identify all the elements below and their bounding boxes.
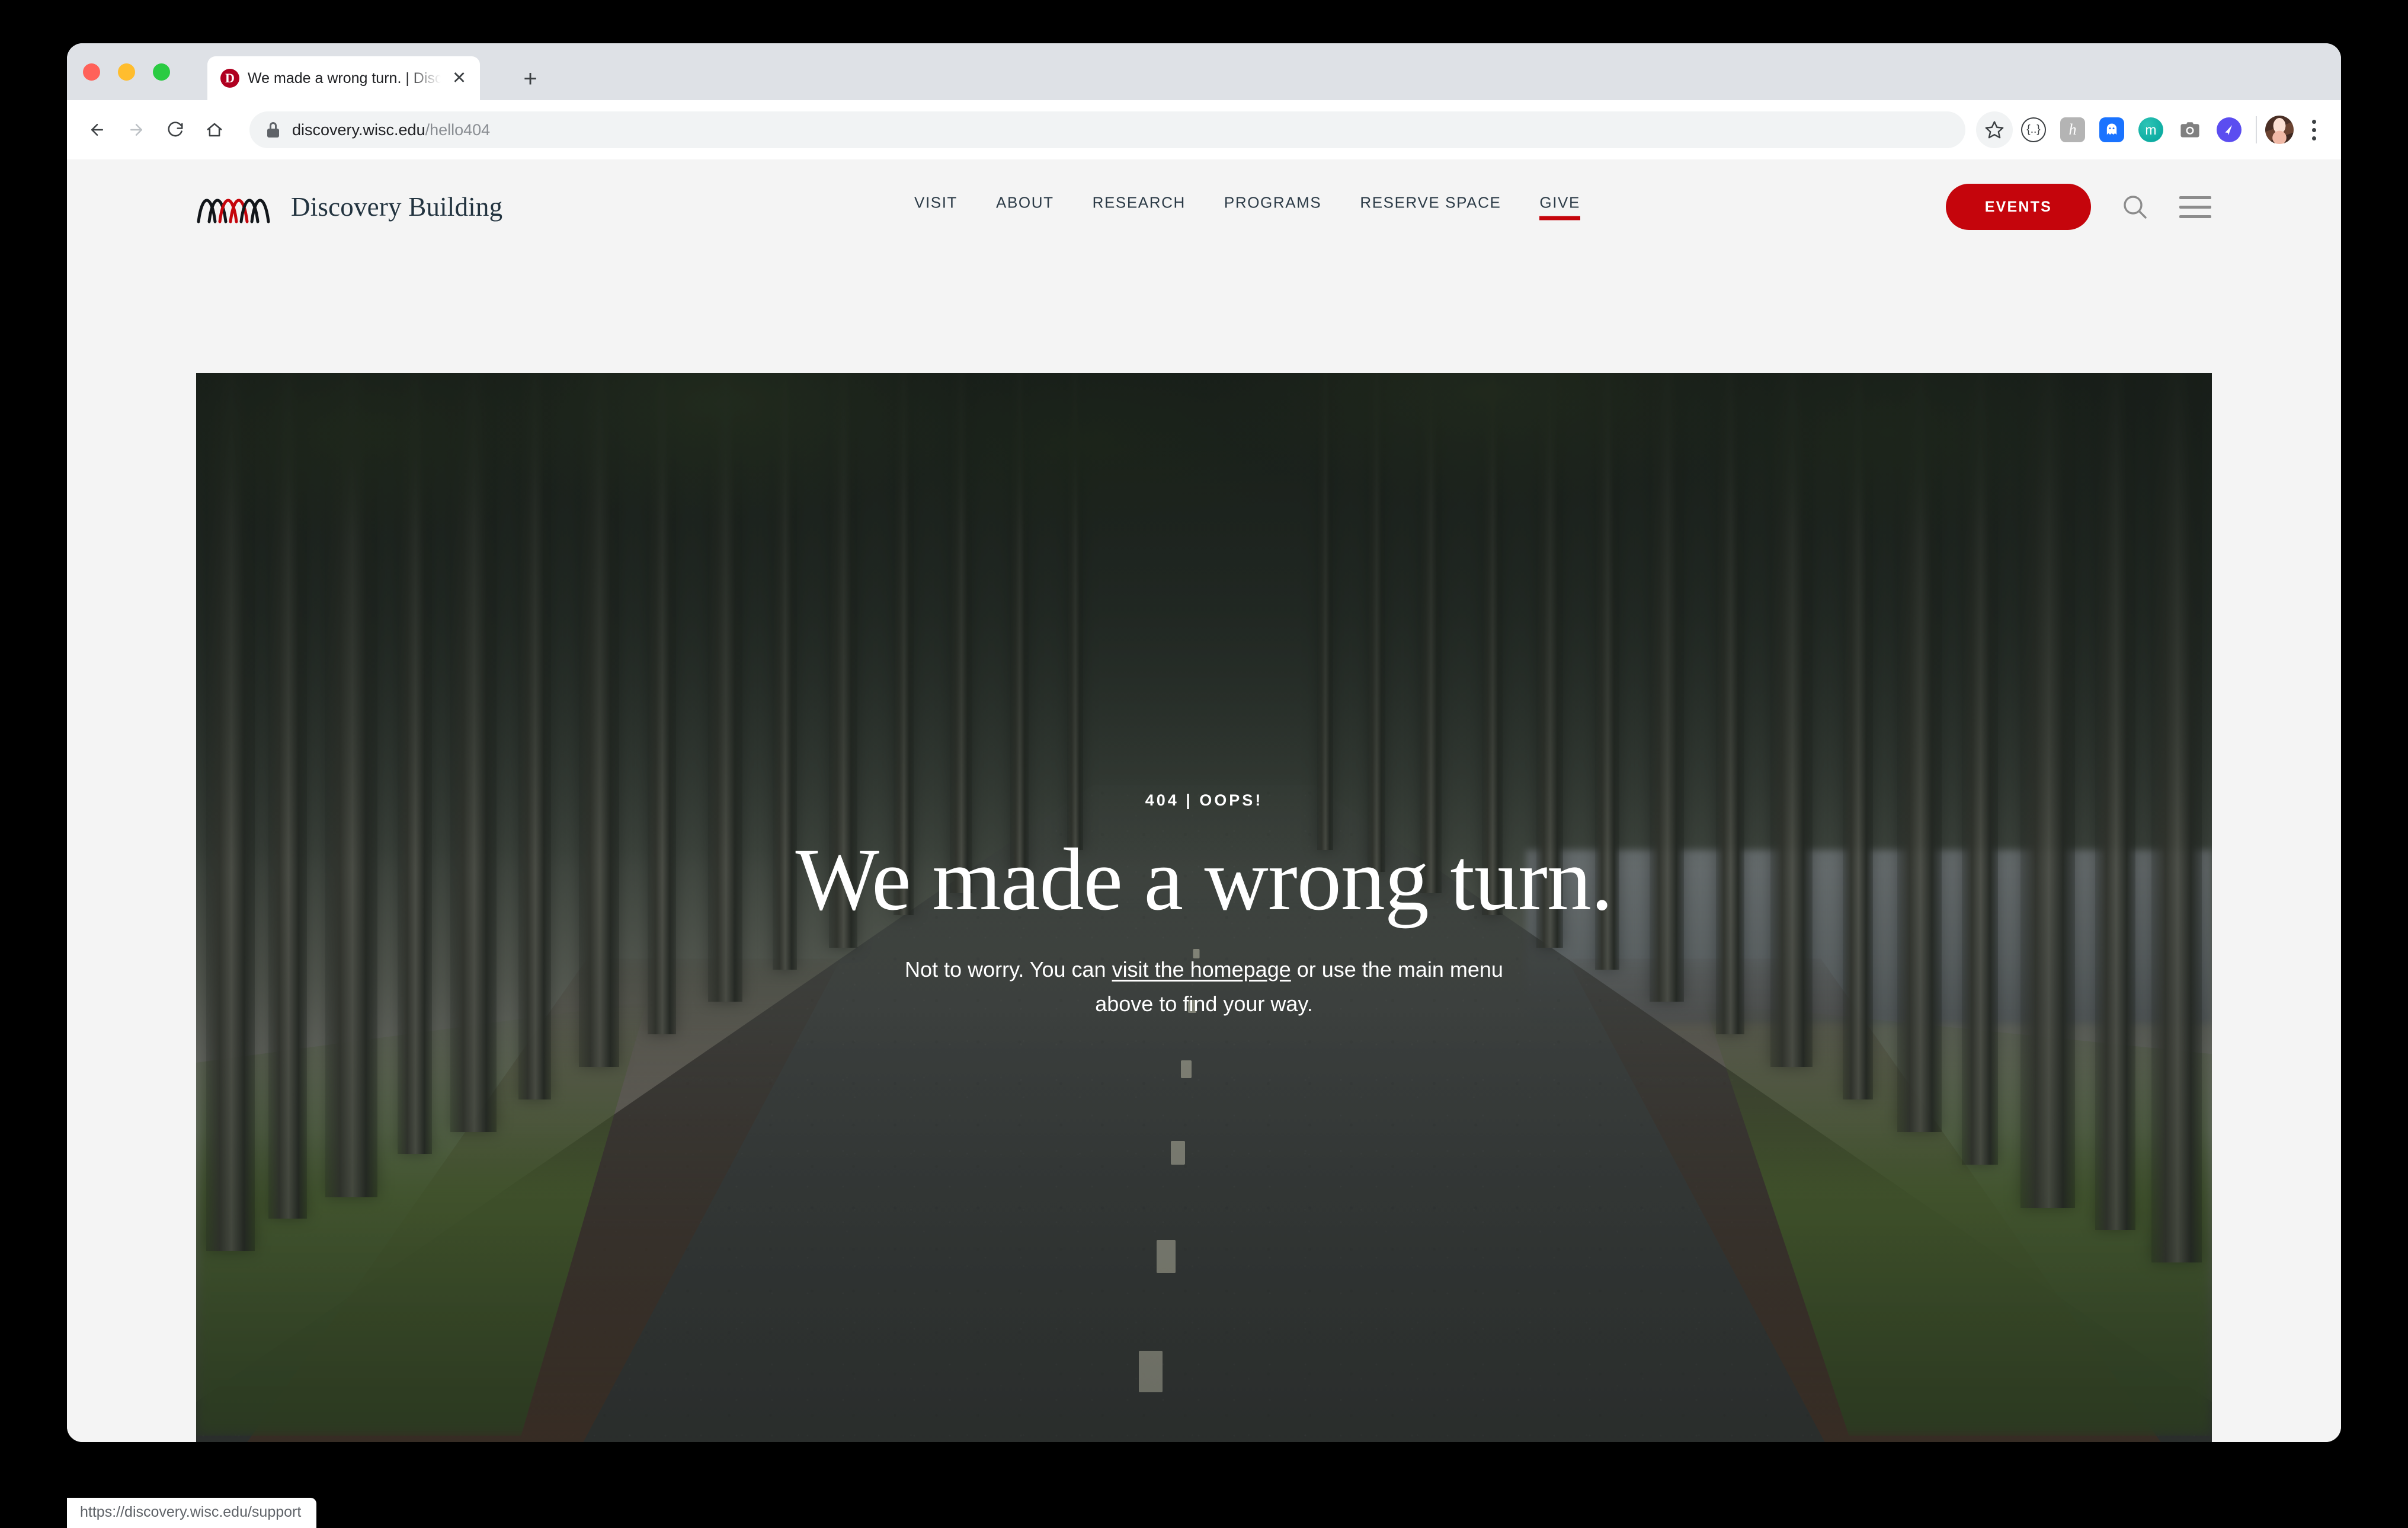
hero-content: 404 | OOPS! We made a wrong turn. Not to… [196, 373, 2212, 1442]
maximize-window-button[interactable] [153, 63, 170, 81]
avatar[interactable] [2265, 116, 2294, 144]
nav-item-reserve-space[interactable]: RESERVE SPACE [1360, 194, 1501, 220]
json-braces-extension-icon[interactable]: {..} [2015, 111, 2052, 148]
nav-item-programs[interactable]: PROGRAMS [1224, 194, 1321, 220]
url-path: /hello404 [425, 120, 491, 139]
address-bar[interactable]: discovery.wisc.edu/hello404 [249, 111, 1965, 148]
main-navigation: VISIT ABOUT RESEARCH PROGRAMS RESERVE SP… [914, 194, 1580, 220]
close-tab-button[interactable]: ✕ [449, 68, 469, 88]
site-header: Discovery Building VISIT ABOUT RESEARCH … [67, 159, 2341, 254]
link-status-bar: https://discovery.wisc.edu/support [67, 1498, 317, 1528]
site-title: Discovery Building [291, 192, 503, 222]
toolbar-icons: {..} h m [1974, 111, 2328, 148]
close-window-button[interactable] [83, 63, 100, 81]
events-button[interactable]: EVENTS [1945, 184, 2091, 230]
minimize-window-button[interactable] [118, 63, 135, 81]
tab-strip: D We made a wrong turn. | Disco ✕ + [67, 43, 2341, 100]
url-text: discovery.wisc.edu/hello404 [292, 121, 490, 139]
browser-tab[interactable]: D We made a wrong turn. | Disco ✕ [207, 56, 480, 100]
ghostery-extension-icon[interactable] [2093, 111, 2130, 148]
bookmark-star-icon[interactable] [1976, 111, 2013, 148]
hero-text-before: Not to worry. You can [905, 957, 1112, 982]
hamburger-menu-icon[interactable] [2179, 190, 2212, 223]
hero-description: Not to worry. You can visit the homepage… [878, 952, 1530, 1022]
search-icon[interactable] [2118, 190, 2151, 223]
send-extension-icon[interactable] [2211, 111, 2247, 148]
toolbar-divider [2256, 116, 2257, 143]
back-icon[interactable] [80, 113, 114, 147]
lock-icon [267, 122, 279, 138]
honey-extension-icon[interactable]: h [2054, 111, 2091, 148]
window-controls [83, 63, 170, 81]
nav-item-visit[interactable]: VISIT [914, 194, 958, 220]
tab-title: We made a wrong turn. | Disco [248, 69, 441, 87]
browser-toolbar: discovery.wisc.edu/hello404 {..} h m [67, 100, 2341, 159]
nav-item-research[interactable]: RESEARCH [1093, 194, 1186, 220]
site-logo[interactable]: Discovery Building [196, 188, 502, 225]
error-code-eyebrow: 404 | OOPS! [1145, 791, 1263, 809]
hero-section: 404 | OOPS! We made a wrong turn. Not to… [196, 373, 2212, 1442]
header-actions: EVENTS [1945, 184, 2212, 230]
grammarly-extension-icon[interactable]: m [2132, 111, 2169, 148]
url-domain: discovery.wisc.edu [292, 120, 425, 139]
page-title: We made a wrong turn. [795, 830, 1613, 929]
kebab-menu-icon[interactable] [2300, 116, 2328, 144]
homepage-link[interactable]: visit the homepage [1112, 957, 1291, 982]
forward-icon[interactable] [119, 113, 153, 147]
nav-item-about[interactable]: ABOUT [996, 194, 1054, 220]
page-viewport: Discovery Building VISIT ABOUT RESEARCH … [67, 159, 2341, 1442]
screenshot-extension-icon[interactable] [2172, 111, 2208, 148]
home-icon[interactable] [197, 113, 232, 147]
tab-favicon-icon: D [220, 69, 239, 88]
new-tab-button[interactable]: + [517, 66, 543, 92]
nav-item-give[interactable]: GIVE [1539, 194, 1580, 220]
browser-window: D We made a wrong turn. | Disco ✕ + disc… [67, 43, 2341, 1442]
double-helix-logo [197, 199, 270, 223]
reload-icon[interactable] [158, 113, 193, 147]
